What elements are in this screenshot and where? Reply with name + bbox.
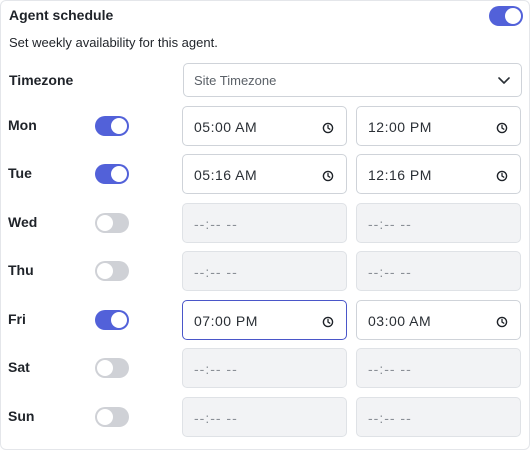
toggle-knob xyxy=(111,166,127,182)
start-time-input[interactable]: --:-- -- xyxy=(182,251,347,291)
end-time-input[interactable]: --:-- -- xyxy=(356,348,521,388)
start-time-value: --:-- -- xyxy=(194,410,238,426)
timezone-selected-value: Site Timezone xyxy=(194,73,277,88)
start-time-value: --:-- -- xyxy=(194,264,238,280)
toggle-knob xyxy=(97,409,113,425)
day-label: Sun xyxy=(8,408,35,424)
day-label: Wed xyxy=(8,214,38,230)
day-label: Sat xyxy=(8,359,30,375)
toggle-knob xyxy=(505,8,521,24)
day-row-sun: Sun --:-- -- --:-- -- xyxy=(0,397,530,437)
start-time-input[interactable]: --:-- -- xyxy=(182,348,347,388)
end-time-input[interactable]: --:-- -- xyxy=(356,203,521,243)
timezone-select[interactable]: Site Timezone xyxy=(183,63,522,97)
end-time-value: --:-- -- xyxy=(368,361,412,377)
clock-icon[interactable] xyxy=(322,121,334,134)
end-time-input[interactable]: 03:00 AM xyxy=(356,300,521,340)
toggle-knob xyxy=(97,263,113,279)
day-row-mon: Mon 05:00 AM 12:00 PM xyxy=(0,106,530,146)
start-time-input[interactable]: 05:00 AM xyxy=(182,106,347,146)
start-time-input[interactable]: --:-- -- xyxy=(182,397,347,437)
start-time-value: --:-- -- xyxy=(194,216,238,232)
day-row-tue: Tue 05:16 AM 12:16 PM xyxy=(0,154,530,194)
end-time-value: --:-- -- xyxy=(368,264,412,280)
toggle-knob xyxy=(111,312,127,328)
day-label: Tue xyxy=(8,165,32,181)
day-label: Thu xyxy=(8,262,34,278)
end-time-value: 12:16 PM xyxy=(368,167,432,183)
end-time-input[interactable]: --:-- -- xyxy=(356,251,521,291)
day-row-sat: Sat --:-- -- --:-- -- xyxy=(0,348,530,388)
day-label: Mon xyxy=(8,117,37,133)
day-enabled-toggle[interactable] xyxy=(95,407,129,427)
end-time-input[interactable]: 12:00 PM xyxy=(356,106,521,146)
start-time-input[interactable]: --:-- -- xyxy=(182,203,347,243)
day-row-fri: Fri 07:00 PM 03:00 AM xyxy=(0,300,530,340)
clock-icon[interactable] xyxy=(496,315,508,328)
page-title: Agent schedule xyxy=(9,7,114,23)
page-subtitle: Set weekly availability for this agent. xyxy=(9,35,218,50)
end-time-value: --:-- -- xyxy=(368,216,412,232)
end-time-input[interactable]: --:-- -- xyxy=(356,397,521,437)
end-time-input[interactable]: 12:16 PM xyxy=(356,154,521,194)
day-enabled-toggle[interactable] xyxy=(95,213,129,233)
start-time-value: 05:16 AM xyxy=(194,167,258,183)
start-time-input[interactable]: 07:00 PM xyxy=(182,300,347,340)
clock-icon[interactable] xyxy=(322,315,334,328)
day-row-thu: Thu --:-- -- --:-- -- xyxy=(0,251,530,291)
start-time-value: --:-- -- xyxy=(194,361,238,377)
start-time-value: 05:00 AM xyxy=(194,119,258,135)
day-label: Fri xyxy=(8,311,26,327)
schedule-enabled-toggle[interactable] xyxy=(489,6,523,26)
day-row-wed: Wed --:-- -- --:-- -- xyxy=(0,203,530,243)
day-enabled-toggle[interactable] xyxy=(95,261,129,281)
end-time-value: --:-- -- xyxy=(368,410,412,426)
clock-icon[interactable] xyxy=(496,121,508,134)
day-enabled-toggle[interactable] xyxy=(95,310,129,330)
start-time-input[interactable]: 05:16 AM xyxy=(182,154,347,194)
clock-icon[interactable] xyxy=(496,169,508,182)
toggle-knob xyxy=(97,360,113,376)
end-time-value: 12:00 PM xyxy=(368,119,432,135)
start-time-value: 07:00 PM xyxy=(194,313,258,329)
clock-icon[interactable] xyxy=(322,169,334,182)
day-enabled-toggle[interactable] xyxy=(95,116,129,136)
chevron-down-icon xyxy=(498,77,510,84)
day-enabled-toggle[interactable] xyxy=(95,358,129,378)
toggle-knob xyxy=(111,118,127,134)
end-time-value: 03:00 AM xyxy=(368,313,432,329)
timezone-label: Timezone xyxy=(9,72,74,88)
toggle-knob xyxy=(97,215,113,231)
day-enabled-toggle[interactable] xyxy=(95,164,129,184)
